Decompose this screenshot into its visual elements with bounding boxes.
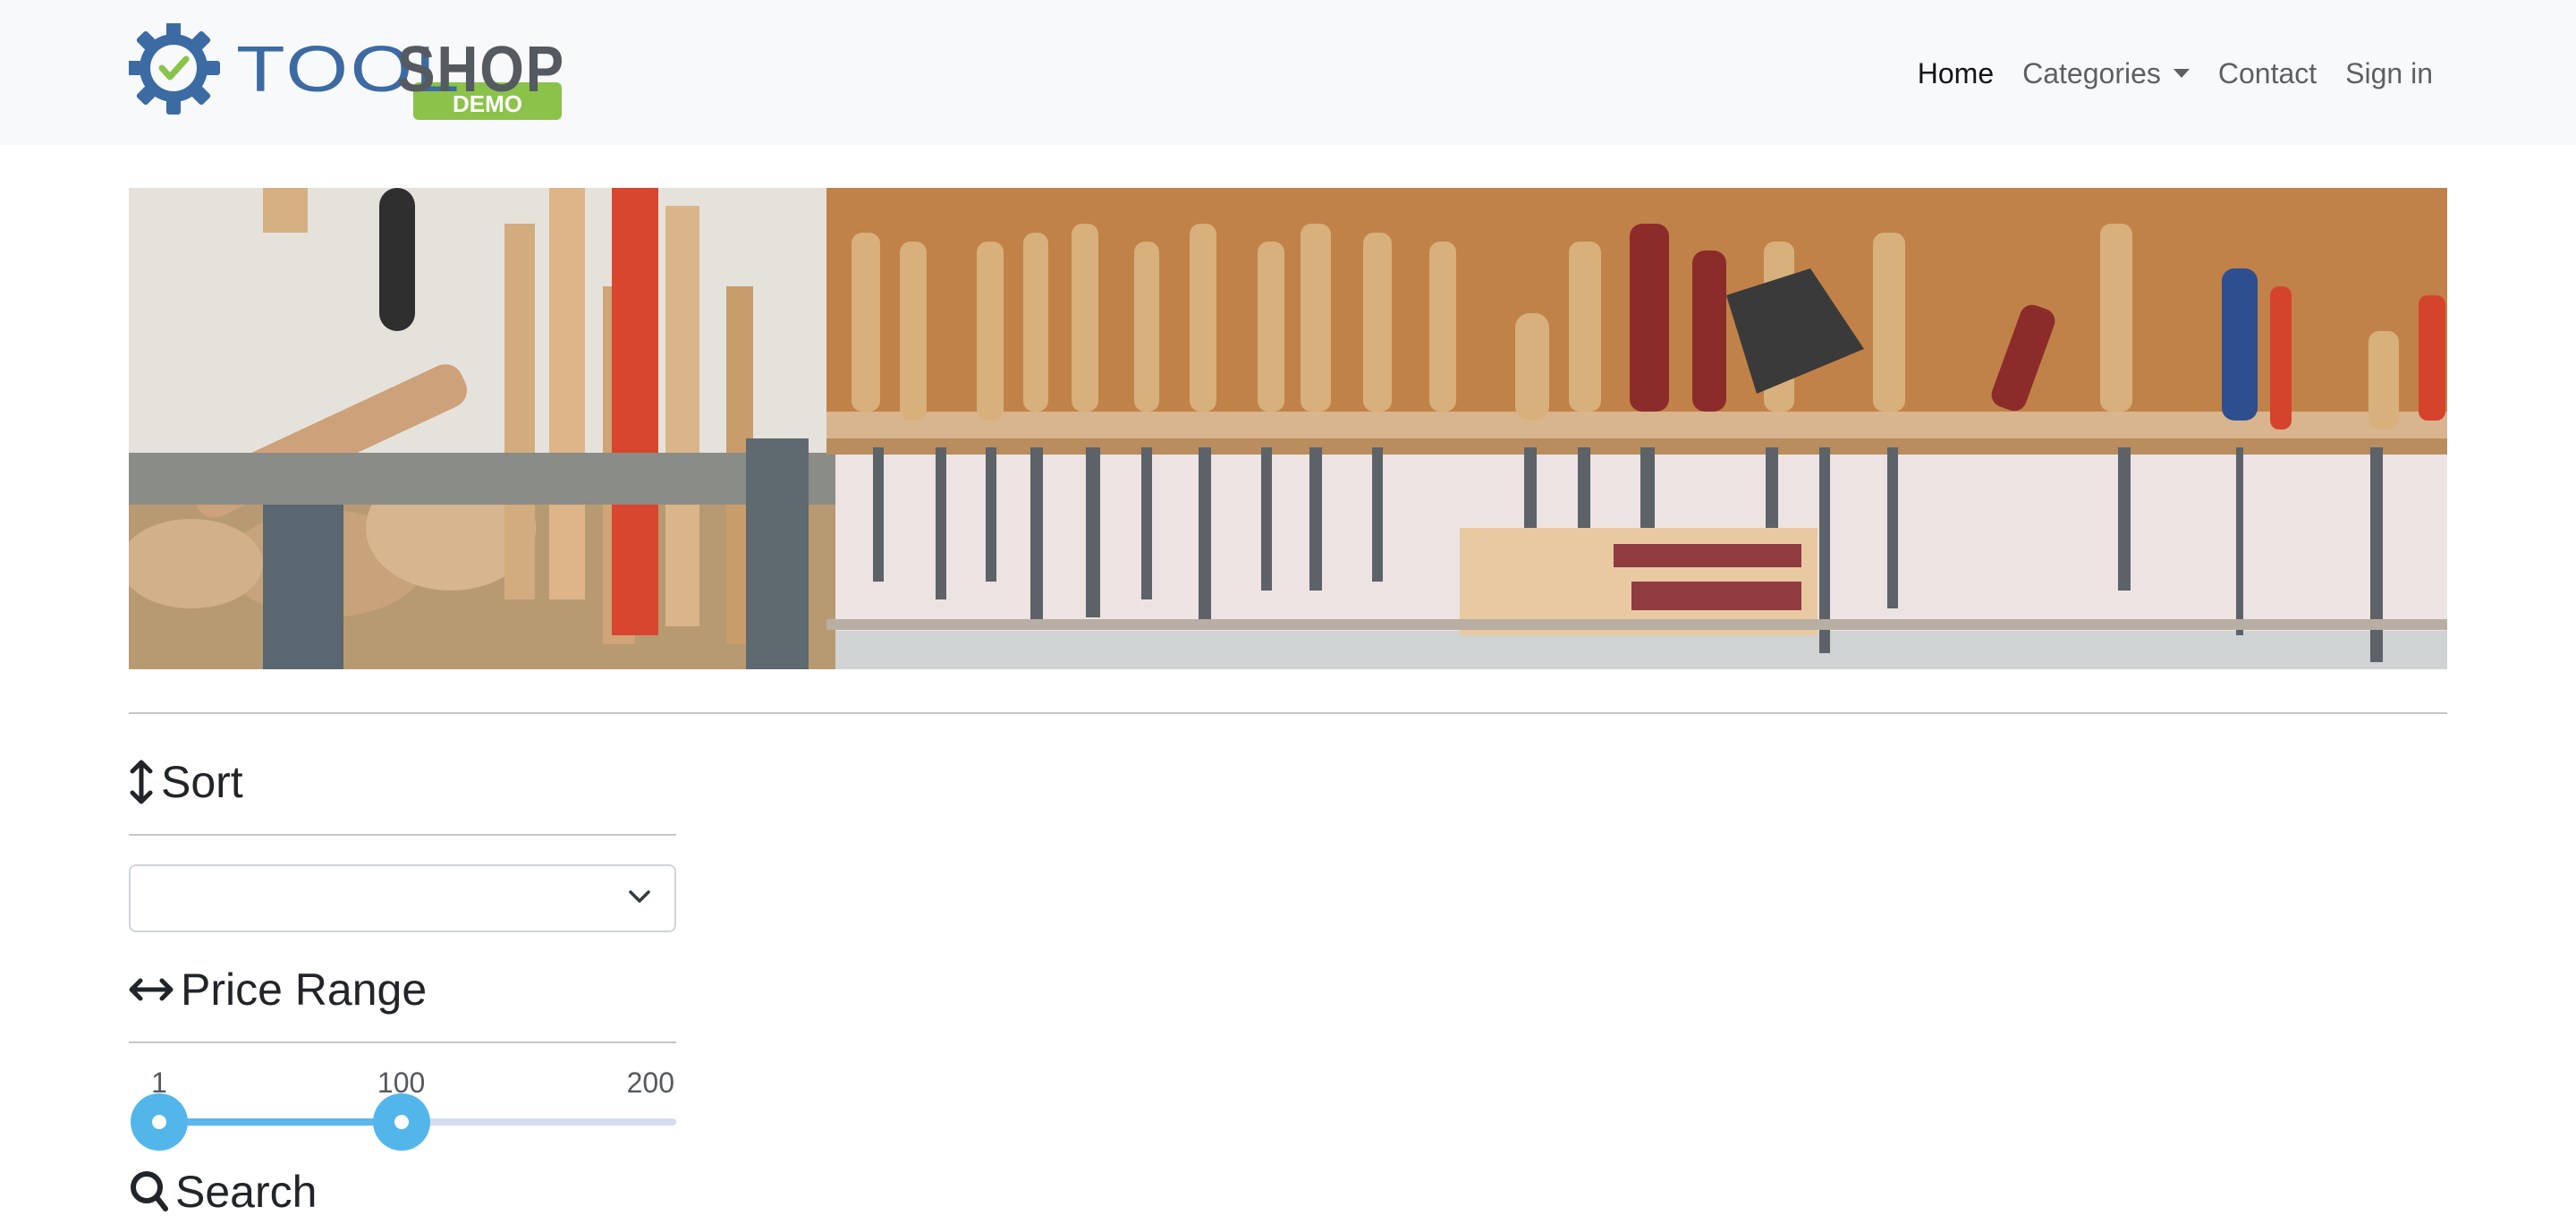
brand-logo[interactable]: DEMO TOOL SHOP <box>129 23 567 122</box>
gear-logo-icon <box>129 23 220 115</box>
brand-name-part2: SHOP <box>397 34 565 106</box>
search-icon <box>129 1169 168 1214</box>
chevron-down-icon <box>628 888 651 910</box>
slider-handle-min[interactable] <box>131 1093 188 1151</box>
divider <box>129 712 2447 714</box>
sort-arrows-icon <box>129 760 154 804</box>
nav-categories-dropdown[interactable]: Categories <box>2022 57 2190 90</box>
tools-wall-image <box>129 188 2447 669</box>
nav-sign-in-link[interactable]: Sign in <box>2345 57 2433 90</box>
nav-contact-link[interactable]: Contact <box>2218 57 2317 90</box>
price-range-slider: 1 100 200 <box>129 1056 676 1151</box>
nav-links: Home Categories Contact Sign in <box>1918 52 2433 95</box>
horizontal-arrows-icon <box>129 976 174 1003</box>
price-max-label: 200 <box>626 1067 674 1099</box>
divider <box>129 1041 676 1043</box>
price-range-heading-label: Price Range <box>181 965 428 1015</box>
banner-image <box>129 188 2447 669</box>
price-range-heading: Price Range <box>129 959 676 1020</box>
sort-heading-label: Sort <box>161 757 243 807</box>
nav-categories-label: Categories <box>2022 56 2161 89</box>
nav-home-link[interactable]: Home <box>1918 57 1994 90</box>
sort-select[interactable] <box>129 864 676 932</box>
slider-handle-max[interactable] <box>372 1093 430 1151</box>
search-heading: Search <box>129 1161 676 1222</box>
caret-down-icon <box>2173 68 2190 78</box>
slider-selected-range <box>159 1118 402 1126</box>
filters-panel: Sort Price Range 1 100 200 Search <box>129 752 676 1222</box>
search-heading-label: Search <box>175 1167 318 1217</box>
sort-heading: Sort <box>129 752 676 812</box>
divider <box>129 834 676 836</box>
navbar: DEMO TOOL SHOP Home Categories Contact S… <box>0 0 2576 145</box>
